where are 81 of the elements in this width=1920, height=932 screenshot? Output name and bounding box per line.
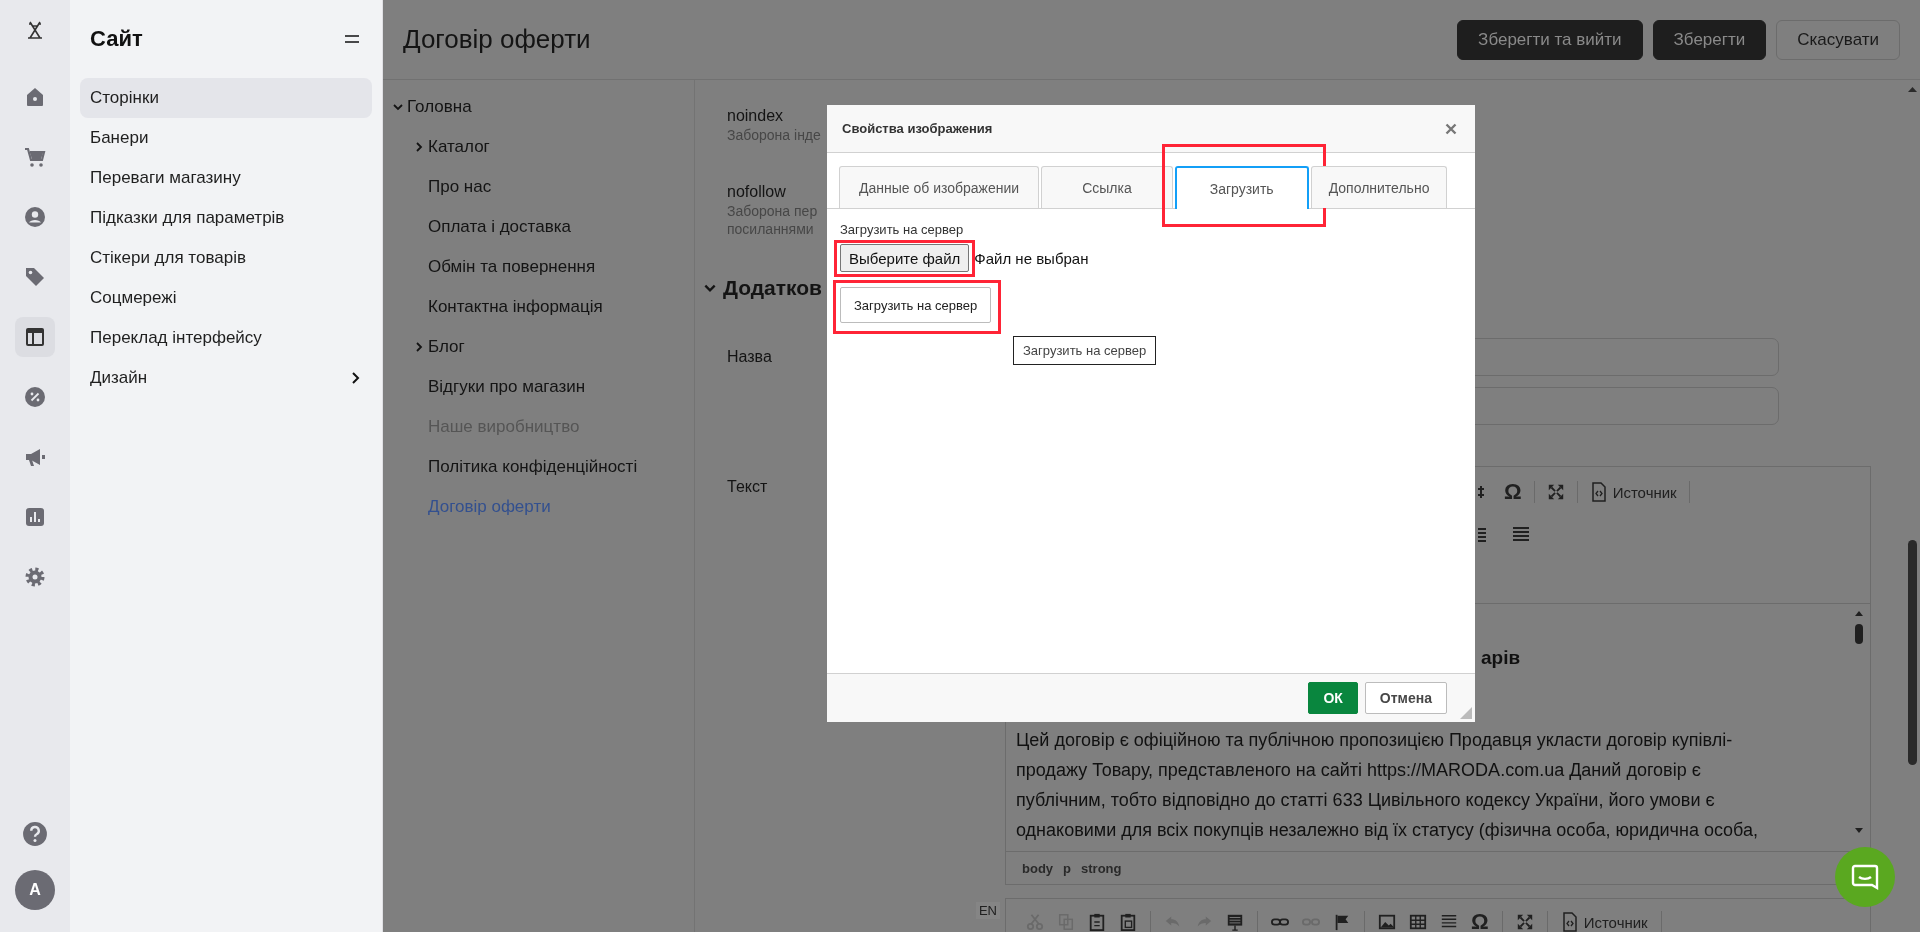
language-label: EN: [975, 902, 1000, 919]
option-label: nofollow: [727, 182, 786, 202]
sidebar-item[interactable]: Соцмережі: [80, 278, 372, 318]
image-icon[interactable]: [1378, 912, 1396, 932]
option-hint: Заборона пер посиланнями: [727, 202, 818, 238]
tree-item[interactable]: Контактна інформація: [428, 297, 603, 317]
tower-icon[interactable]: [25, 20, 45, 40]
special-character-button[interactable]: Ω: [1471, 909, 1489, 932]
sidebar-item[interactable]: Переклад інтерфейсу: [80, 318, 372, 358]
option-label: noindex: [727, 106, 784, 126]
chat-icon: [1850, 862, 1880, 892]
code-file-icon: [1560, 912, 1579, 932]
tree-item[interactable]: Політика конфіденційності: [428, 457, 638, 477]
maximize-icon[interactable]: [1546, 482, 1565, 502]
format-icon[interactable]: [1226, 912, 1244, 932]
tree-item[interactable]: Каталог: [428, 137, 490, 157]
chart-icon: [23, 505, 47, 529]
tree-item[interactable]: Обмін та повернення: [428, 257, 596, 277]
sidebar-item[interactable]: Переваги магазину: [80, 158, 372, 198]
dialog-tab[interactable]: Ссылка: [1041, 166, 1173, 208]
tooltip: Загрузить на сервер: [1013, 336, 1157, 365]
upload-button[interactable]: Загрузить на сервер: [840, 287, 992, 323]
sidebar-item[interactable]: Стікери для товарів: [80, 238, 372, 278]
nav-button[interactable]: [15, 317, 55, 357]
clipboard-icon[interactable]: [1088, 912, 1106, 932]
chevron-icon[interactable]: [413, 141, 425, 153]
action-button[interactable]: Зберегти: [1652, 19, 1767, 60]
gear-icon: [23, 565, 47, 589]
ok-button[interactable]: ОК: [1308, 682, 1358, 714]
justify-icon[interactable]: [1512, 524, 1530, 544]
tree-item[interactable]: Про нас: [428, 177, 492, 197]
chevron-icon[interactable]: [392, 101, 404, 113]
sidebar-title: Сайт: [90, 26, 143, 52]
clipboard-icon[interactable]: [1119, 912, 1137, 932]
chat-button[interactable]: [1835, 847, 1895, 907]
menu-icon[interactable]: [344, 34, 360, 44]
tag-icon: [23, 265, 47, 289]
source-button[interactable]: Источник: [1589, 482, 1677, 502]
field-label: Текст: [727, 478, 768, 496]
document-heading: арів: [1480, 646, 1521, 669]
upload-label: Загрузить на сервер: [840, 222, 964, 238]
sidebar-item[interactable]: Сторінки: [80, 78, 372, 118]
maximize-icon[interactable]: [1515, 912, 1534, 932]
dialog-tab[interactable]: Загрузить: [1174, 166, 1309, 209]
tree-item[interactable]: Відгуки про магазин: [428, 377, 586, 397]
page-title: Договір оферти: [403, 24, 591, 55]
flag-icon[interactable]: [1333, 912, 1351, 932]
tree-item[interactable]: Головна: [407, 97, 472, 117]
document-paragraph: Цей договір є офіційною та публічною пропозицією Продавця укласти договір купівлі- продажу Товару, представленого на сайті https://MARODA.com.ua Даний договір є публічним, тобто відповідно до статті 633 Цивільного кодексу України, його умови є однаковими для всіх покупців незалежно від їх статусу (фізична особа, юридична особа,: [1016, 729, 1759, 842]
sidebar-item[interactable]: Дизайн: [80, 358, 372, 398]
resize-grip-icon[interactable]: [1460, 707, 1472, 719]
tree-item[interactable]: Оплата і доставка: [428, 217, 571, 237]
source-button[interactable]: Источник: [1560, 912, 1648, 932]
cancel-button[interactable]: Отмена: [1364, 682, 1447, 714]
element-path-link[interactable]: body: [1022, 860, 1054, 876]
option-hint: Заборона інде: [727, 126, 821, 144]
layout-icon: [23, 325, 47, 349]
close-icon[interactable]: [1445, 122, 1457, 135]
section-title: Додатков: [723, 276, 823, 300]
discount-icon: [23, 385, 47, 409]
dialog-tab[interactable]: Дополнительно: [1310, 166, 1448, 208]
action-button[interactable]: Скасувати: [1776, 19, 1900, 60]
dialog-tab[interactable]: Данные об изображении: [839, 166, 1040, 208]
choose-file-button[interactable]: Выберите файл: [840, 244, 970, 272]
tree-item[interactable]: Блог: [428, 337, 465, 357]
sidebar-item[interactable]: Підказки для параметрів: [80, 198, 372, 238]
element-path-link[interactable]: p: [1063, 860, 1071, 876]
chevron-icon[interactable]: [413, 341, 425, 353]
field-label: Назва: [727, 348, 772, 366]
file-status: Файл не выбран: [974, 249, 1089, 267]
element-path-link[interactable]: strong: [1081, 860, 1122, 876]
cart-icon: [23, 145, 47, 169]
action-button[interactable]: Зберегти та вийти: [1457, 19, 1643, 60]
special-character-button[interactable]: Ω: [1504, 479, 1522, 505]
user-icon: [23, 205, 47, 229]
user-avatar[interactable]: A: [15, 870, 55, 910]
dialog-title: Свойства изображения: [842, 121, 993, 136]
help-icon[interactable]: [22, 821, 48, 847]
table-icon[interactable]: [1409, 912, 1427, 932]
code-file-icon: [1589, 482, 1608, 502]
sidebar-item[interactable]: Банери: [80, 118, 372, 158]
